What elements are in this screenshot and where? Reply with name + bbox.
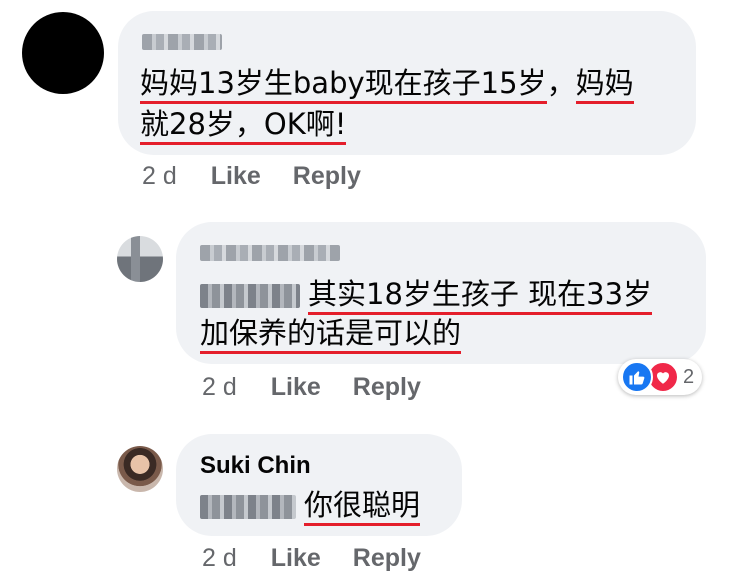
comment-text-line1: 你很聪明: [200, 486, 421, 526]
comment-text-segment: 加保养的话是可以的: [200, 316, 462, 354]
avatar[interactable]: [117, 446, 163, 492]
avatar[interactable]: [117, 236, 163, 282]
comment-text-line2: 就28岁，OK啊!: [140, 105, 347, 145]
comment-bubble: 其实18岁生孩子 现在33岁 加保养的话是可以的: [176, 222, 706, 364]
comment-actions: 2 d Like Reply: [202, 544, 421, 573]
like-button[interactable]: Like: [271, 373, 321, 402]
comment-text-segment: 就28岁，OK啊!: [140, 107, 347, 145]
redacted-mention: [200, 284, 300, 308]
comment-text-line1: 其实18岁生孩子 现在33岁: [200, 275, 653, 315]
comment-text-segment: ，: [546, 66, 576, 100]
comment-text-segment: 你很聪明: [304, 488, 421, 526]
comment-actions: 2 d Like Reply: [142, 162, 361, 191]
reply-button[interactable]: Reply: [353, 373, 421, 402]
author-name-redacted[interactable]: [142, 31, 222, 50]
reaction-count: 2: [683, 365, 695, 388]
like-icon: [621, 361, 653, 393]
timestamp[interactable]: 2 d: [142, 162, 177, 191]
timestamp[interactable]: 2 d: [202, 373, 237, 402]
comment-text-segment: 其实18岁生孩子 现在33岁: [308, 277, 653, 315]
author-name-redacted[interactable]: [200, 242, 340, 261]
comment-bubble: 妈妈13岁生baby现在孩子15岁，妈妈 就28岁，OK啊!: [118, 11, 696, 155]
comment-text-segment: 妈妈13岁生baby现在孩子15岁: [140, 66, 547, 104]
comment-actions: 2 d Like Reply: [202, 373, 421, 402]
timestamp[interactable]: 2 d: [202, 544, 237, 573]
author-name[interactable]: Suki Chin: [200, 452, 311, 480]
reply-button[interactable]: Reply: [293, 162, 361, 191]
redacted-mention: [200, 495, 296, 519]
comment-text-line1: 妈妈13岁生baby现在孩子15岁，妈妈: [140, 64, 634, 104]
comment-text-line2: 加保养的话是可以的: [200, 314, 462, 354]
like-button[interactable]: Like: [271, 544, 321, 573]
like-button[interactable]: Like: [211, 162, 261, 191]
reactions-summary[interactable]: 2: [618, 359, 703, 395]
avatar[interactable]: [22, 12, 104, 94]
reply-button[interactable]: Reply: [353, 544, 421, 573]
comment-text-segment: 妈妈: [575, 66, 634, 104]
comment-bubble: Suki Chin 你很聪明: [176, 434, 462, 536]
